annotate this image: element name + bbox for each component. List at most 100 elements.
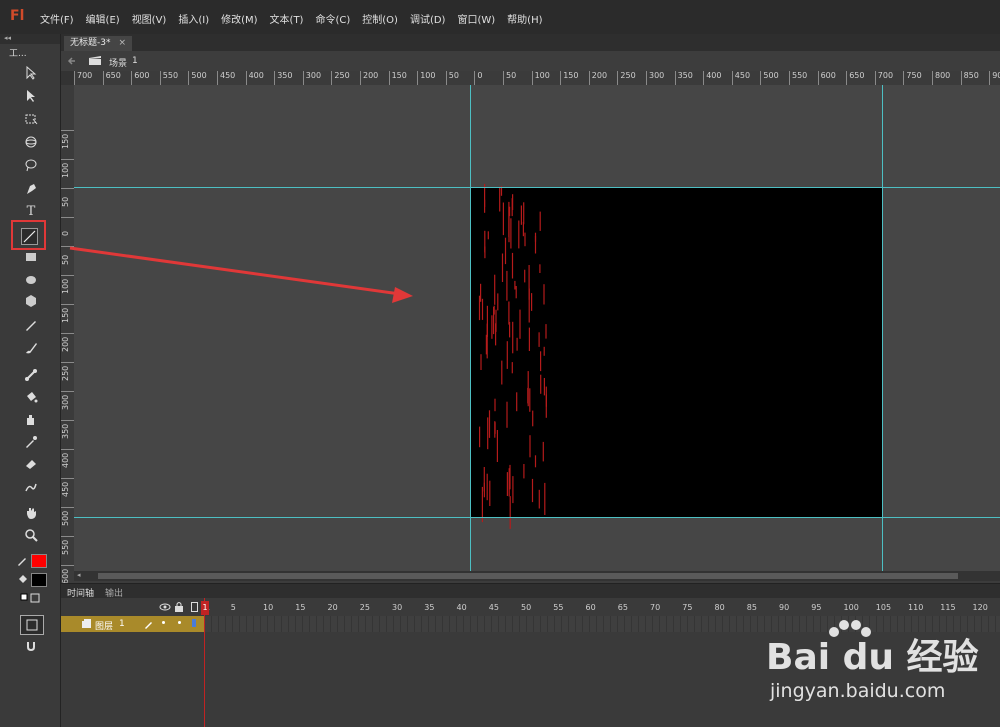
menu-edit[interactable]: 编辑(E) <box>86 11 120 26</box>
baidu-watermark: Bai du 经验 jingyan.baidu.com <box>766 618 996 713</box>
watermark-url: jingyan.baidu.com <box>770 680 946 702</box>
ruler-tick-label: 500 <box>191 71 207 80</box>
line-tool-icon[interactable] <box>21 228 38 245</box>
stage[interactable] <box>471 183 883 529</box>
deco-tool-icon[interactable] <box>20 478 42 496</box>
scene-number: 1 <box>132 56 138 66</box>
document-tab[interactable]: 无标题-3* × <box>64 36 133 51</box>
scrollbar-thumb[interactable] <box>98 573 958 579</box>
polystar-tool-icon[interactable] <box>20 292 42 310</box>
frame-number: 65 <box>617 603 628 612</box>
outline-color-box[interactable] <box>192 619 196 627</box>
pasteboard[interactable] <box>74 85 1000 571</box>
frame-ruler[interactable]: 1510152025303540455055606570758085909510… <box>201 598 1000 616</box>
playhead[interactable]: 1 <box>201 601 209 615</box>
frame-number: 75 <box>682 603 693 612</box>
menu-insert[interactable]: 插入(I) <box>178 11 209 26</box>
bone-tool-icon[interactable] <box>20 366 42 384</box>
ruler-tick-label: 200 <box>591 71 608 80</box>
rectangle-tool-icon[interactable] <box>20 248 42 266</box>
ruler-tick-label: 200 <box>363 71 379 80</box>
lock-dot[interactable] <box>178 621 181 624</box>
red-rain-lines <box>478 183 548 529</box>
eye-icon[interactable] <box>159 602 171 615</box>
menu-window[interactable]: 窗口(W) <box>457 11 495 26</box>
fill-color-swatch[interactable] <box>31 573 47 587</box>
ruler-tick: 250 <box>61 362 74 381</box>
collapse-icon[interactable]: ◂◂ <box>4 34 11 42</box>
brush-tool-icon[interactable] <box>20 339 42 357</box>
ruler-tick: 600 <box>131 71 149 85</box>
ink-bottle-tool-icon[interactable] <box>20 411 42 429</box>
ruler-tick-label: 100 <box>61 162 70 178</box>
pen-tool-icon[interactable] <box>20 180 42 198</box>
selection-tool-icon[interactable] <box>20 64 42 82</box>
guide-right[interactable] <box>882 85 883 571</box>
menu-modify[interactable]: 修改(M) <box>221 11 257 26</box>
ruler-tick: 100 <box>417 71 435 85</box>
scene-bar: 场景 1 <box>61 51 1000 71</box>
vertical-ruler[interactable]: 150 100 50 0 50 100 150 200 250 300 350 400 450 500 55… <box>61 85 75 613</box>
ruler-tick: 250 <box>331 71 350 85</box>
ruler-tick-label: 250 <box>61 365 70 381</box>
frame-number: 70 <box>650 603 661 612</box>
frame-number: 90 <box>779 603 790 612</box>
frame-number: 10 <box>263 603 274 612</box>
frame-number: 5 <box>230 603 236 612</box>
ruler-tick-label: 0 <box>477 71 483 80</box>
eraser-tool-icon[interactable] <box>20 455 42 473</box>
ruler-tick-label: 150 <box>391 71 407 80</box>
ruler-tick: 450 <box>61 478 74 497</box>
lasso-tool-icon[interactable] <box>20 156 42 174</box>
line-tool-highlight <box>11 220 46 250</box>
ruler-tick-label: 350 <box>677 71 693 80</box>
scroll-left-icon[interactable]: ◂ <box>77 571 81 579</box>
guide-bottom[interactable] <box>74 517 1000 518</box>
lock-icon[interactable] <box>174 601 184 615</box>
ruler-tick: 900 <box>989 71 1000 85</box>
menu-text[interactable]: 文本(T) <box>270 11 304 26</box>
paint-bucket-tool-icon[interactable] <box>20 388 42 406</box>
ruler-tick: 600 <box>817 71 836 85</box>
toolbox-header: ◂◂ <box>0 34 60 44</box>
3d-rotation-tool-icon[interactable] <box>20 133 42 151</box>
ruler-tick-label: 250 <box>620 71 636 80</box>
magnet-icon[interactable] <box>25 640 37 655</box>
stroke-color-swatch[interactable] <box>31 554 47 568</box>
toolbox: ◂◂ 工... T <box>0 34 61 727</box>
menu-view[interactable]: 视图(V) <box>132 11 167 26</box>
layer-name-cell[interactable]: 图层 1 <box>61 616 205 632</box>
swap-colors-icon[interactable] <box>20 593 42 606</box>
frame-number: 50 <box>521 603 532 612</box>
menu-control[interactable]: 控制(O) <box>362 11 398 26</box>
text-tool-icon[interactable]: T <box>20 202 42 220</box>
pencil-tool-icon[interactable] <box>20 316 42 334</box>
ruler-tick-label: 350 <box>61 423 70 439</box>
menu-debug[interactable]: 调试(D) <box>410 11 446 26</box>
oval-tool-icon[interactable] <box>20 271 42 289</box>
outline-icon[interactable] <box>191 602 198 612</box>
subselection-tool-icon[interactable] <box>20 87 42 105</box>
eyedropper-tool-icon[interactable] <box>20 433 42 451</box>
menu-help[interactable]: 帮助(H) <box>507 11 542 26</box>
horizontal-scrollbar[interactable]: ◂ <box>74 571 1000 581</box>
guide-top[interactable] <box>74 187 1000 188</box>
ruler-tick-label: 50 <box>448 71 459 80</box>
menu-file[interactable]: 文件(F) <box>40 11 74 26</box>
close-tab-icon[interactable]: × <box>118 38 126 48</box>
free-transform-tool-icon[interactable] <box>20 110 42 128</box>
back-arrow-icon[interactable] <box>67 56 77 69</box>
frame-number: 40 <box>456 603 467 612</box>
guide-left[interactable] <box>470 85 471 571</box>
hand-tool-icon[interactable] <box>20 504 42 522</box>
horizontal-ruler[interactable]: 700 650 600 550 500 450 400 350 300 250 200 150 100 5… <box>74 71 1000 86</box>
snap-to-objects-icon[interactable] <box>20 615 44 635</box>
ruler-tick: 700 <box>874 71 893 85</box>
ruler-tick: 150 <box>61 130 74 149</box>
ruler-tick: 550 <box>789 71 807 85</box>
scene-label[interactable]: 场景 <box>109 56 127 69</box>
menu-commands[interactable]: 命令(C) <box>315 11 350 26</box>
zoom-tool-icon[interactable] <box>20 526 42 544</box>
visibility-dot[interactable] <box>162 621 165 624</box>
app-logo: Fl <box>10 8 25 24</box>
